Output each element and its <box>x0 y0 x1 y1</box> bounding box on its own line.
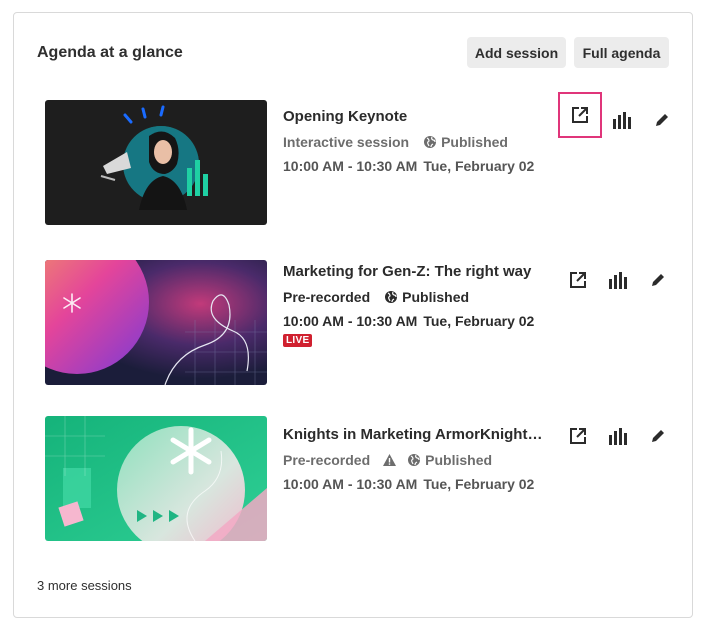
live-badge: LIVE <box>283 334 313 347</box>
time-range: 10:00 AM - 10:30 AM <box>283 313 418 329</box>
pencil-icon <box>652 430 664 442</box>
session-meta: Pre-recorded Published <box>283 288 545 306</box>
warning-icon <box>383 454 397 466</box>
agenda-card: Agenda at a glance Add session Full agen… <box>13 12 693 618</box>
edit-session-button[interactable] <box>638 416 678 456</box>
globe-icon <box>385 291 398 303</box>
session-title[interactable]: Marketing for Gen-Z: The right way <box>283 261 545 282</box>
session-time: 10:00 AM - 10:30 AM Tue, February 02 <box>283 157 545 175</box>
globe-icon <box>408 454 421 466</box>
time-range: 10:00 AM - 10:30 AM <box>283 158 418 174</box>
status-label: Published <box>402 289 470 305</box>
open-session-button[interactable] <box>558 92 602 138</box>
bar-chart-icon <box>613 112 631 129</box>
session-stats-button[interactable] <box>602 100 642 140</box>
session-type: Pre-recorded <box>283 289 371 305</box>
globe-icon <box>424 136 437 148</box>
session-type: Pre-recorded <box>283 452 371 468</box>
session-info: Knights in Marketing ArmorKnights in Mar… <box>283 416 545 493</box>
external-link-icon <box>570 272 586 288</box>
session-date: Tue, February 02 <box>423 158 535 174</box>
session-status: Published <box>407 451 492 469</box>
session-thumbnail[interactable] <box>45 260 267 385</box>
session-meta: Interactive session Published <box>283 133 545 151</box>
session-status: Published <box>423 133 508 151</box>
session-actions <box>542 416 678 456</box>
session-date: Tue, February 02 <box>423 476 535 492</box>
session-actions <box>542 92 682 140</box>
session-time: 10:00 AM - 10:30 AM Tue, February 02 <box>283 475 545 493</box>
time-range: 10:00 AM - 10:30 AM <box>283 476 418 492</box>
open-session-button[interactable] <box>558 260 598 300</box>
session-info: Marketing for Gen-Z: The right way Pre-r… <box>283 260 545 348</box>
card-title: Agenda at a glance <box>37 44 183 61</box>
session-status: Published <box>384 288 469 306</box>
add-session-button[interactable]: Add session <box>467 37 566 68</box>
external-link-icon <box>570 428 586 444</box>
status-label: Published <box>425 452 493 468</box>
status-label: Published <box>441 134 508 150</box>
session-title[interactable]: Knights in Marketing ArmorKnights in Mar… <box>283 424 545 445</box>
session-actions <box>542 260 678 300</box>
session-stats-button[interactable] <box>598 416 638 456</box>
session-info: Opening Keynote Interactive session Publ… <box>283 100 545 175</box>
edit-session-button[interactable] <box>642 100 682 140</box>
session-stats-button[interactable] <box>598 260 638 300</box>
bar-chart-icon <box>609 272 627 289</box>
external-link-icon <box>572 107 588 123</box>
more-sessions-link[interactable]: 3 more sessions <box>37 578 132 593</box>
full-agenda-button[interactable]: Full agenda <box>574 37 669 68</box>
session-thumbnail[interactable] <box>45 100 267 225</box>
session-type: Interactive session <box>283 134 410 150</box>
session-title[interactable]: Opening Keynote <box>283 106 545 127</box>
bar-chart-icon <box>609 428 627 445</box>
pencil-icon <box>652 274 664 286</box>
session-date: Tue, February 02 <box>423 313 535 329</box>
session-time: 10:00 AM - 10:30 AM Tue, February 02 <box>283 312 545 330</box>
pencil-icon <box>656 114 668 126</box>
edit-session-button[interactable] <box>638 260 678 300</box>
open-session-button[interactable] <box>558 416 598 456</box>
session-thumbnail[interactable] <box>45 416 267 541</box>
session-meta: Pre-recorded Published <box>283 451 545 469</box>
